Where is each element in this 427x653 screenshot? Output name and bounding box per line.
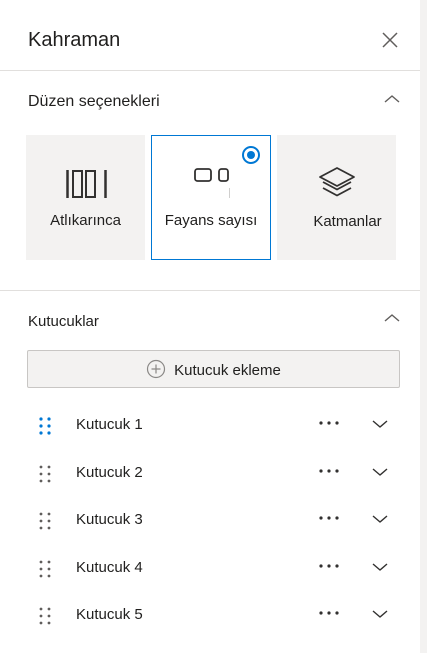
tile-label: Kutucuk 3 xyxy=(76,511,143,528)
tile-row: Kutucuk 2 xyxy=(0,449,420,497)
drag-handle-icon[interactable] xyxy=(38,416,52,436)
panel-header: Kahraman xyxy=(0,0,420,71)
layout-option-label: Fayans sayısı xyxy=(164,212,258,229)
close-icon xyxy=(382,32,398,48)
tile-row: Kutucuk 1 xyxy=(0,401,420,449)
chevron-down-icon[interactable] xyxy=(371,513,389,525)
tile-label: Kutucuk 4 xyxy=(76,559,143,576)
drag-handle-icon[interactable] xyxy=(38,606,52,626)
more-options-icon[interactable] xyxy=(318,561,340,571)
layers-icon xyxy=(319,167,355,197)
drag-handle-icon[interactable] xyxy=(38,464,52,484)
chevron-down-icon[interactable] xyxy=(371,418,389,430)
chevron-down-icon[interactable] xyxy=(371,561,389,573)
drag-handle-icon[interactable] xyxy=(38,559,52,579)
layout-section-title: Düzen seçenekleri xyxy=(28,93,160,110)
more-options-icon[interactable] xyxy=(318,513,340,523)
layout-option-layers[interactable]: Katmanlar xyxy=(277,135,396,260)
tile-row: Kutucuk 4 xyxy=(0,544,420,592)
hero-settings-panel: Kahraman Düzen seçenekleri Atlıkarınca F… xyxy=(0,0,420,653)
carousel-icon xyxy=(66,170,107,198)
layout-option-label: Katmanlar xyxy=(313,213,382,230)
tile-label: Kutucuk 5 xyxy=(76,606,143,623)
panel-title: Kahraman xyxy=(28,29,121,51)
layout-section-collapse-button[interactable] xyxy=(383,92,401,104)
more-options-icon[interactable] xyxy=(318,608,340,618)
tile-label: Kutucuk 1 xyxy=(76,416,143,433)
tile-row: Kutucuk 3 xyxy=(0,496,420,544)
add-tile-button[interactable]: Kutucuk ekleme xyxy=(27,350,400,388)
tiles-icon xyxy=(194,168,230,198)
close-button[interactable] xyxy=(378,28,402,52)
layout-option-tiles[interactable]: Fayans sayısı xyxy=(151,135,271,260)
tiles-section-title: Kutucuklar xyxy=(28,313,99,330)
tiles-section-collapse-button[interactable] xyxy=(383,311,401,323)
section-divider xyxy=(0,290,420,291)
tile-row: Kutucuk 5 xyxy=(0,591,420,639)
tile-label: Kutucuk 2 xyxy=(76,464,143,481)
add-circle-icon xyxy=(147,359,166,379)
chevron-up-icon xyxy=(384,95,400,103)
selected-radio-icon xyxy=(242,146,260,164)
panel-scrollbar-track[interactable] xyxy=(420,0,427,653)
layout-option-carousel[interactable]: Atlıkarınca xyxy=(26,135,145,260)
add-tile-content: Kutucuk ekleme xyxy=(28,359,399,379)
drag-handle-icon[interactable] xyxy=(38,511,52,531)
chevron-down-icon[interactable] xyxy=(371,608,389,620)
chevron-up-icon xyxy=(384,314,400,322)
add-tile-label: Kutucuk ekleme xyxy=(174,362,281,379)
layout-option-label: Atlıkarınca xyxy=(50,212,121,229)
more-options-icon[interactable] xyxy=(318,418,340,428)
more-options-icon[interactable] xyxy=(318,466,340,476)
chevron-down-icon[interactable] xyxy=(371,466,389,478)
